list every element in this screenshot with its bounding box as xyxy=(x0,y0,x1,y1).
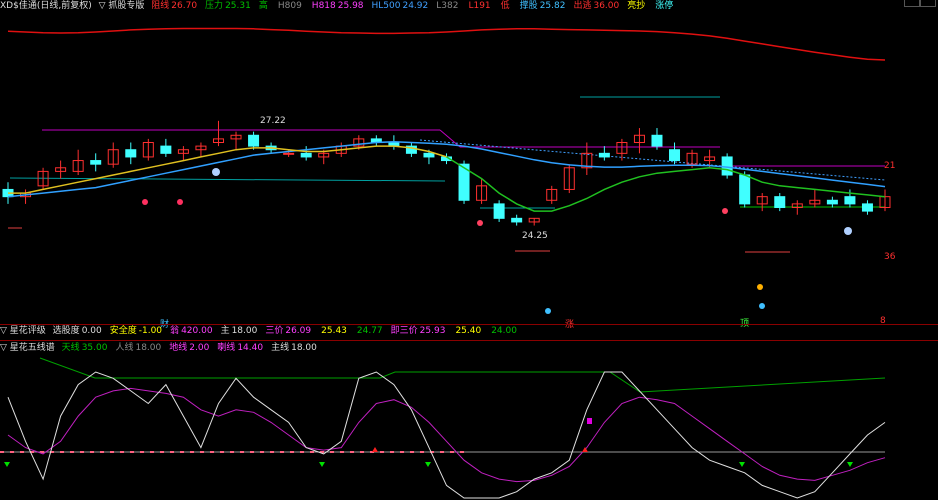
candle-body xyxy=(651,134,663,147)
panel3-item-value: 18.00 xyxy=(291,343,317,353)
panel3-title[interactable]: ▽ 星花五线谱 xyxy=(0,343,55,353)
panel2-title[interactable]: ▽ 星花评级 xyxy=(0,326,46,336)
panel2-item: 选股度 0.00 xyxy=(53,326,106,336)
panel3-item-value: 14.40 xyxy=(237,343,264,353)
butterfly-icon xyxy=(142,199,148,205)
candle-body xyxy=(493,203,505,219)
annot-21: 21 xyxy=(884,161,896,171)
panel2-item-value: 25.93 xyxy=(419,326,446,336)
gem-icon xyxy=(722,208,728,214)
annot-high: 27.22 xyxy=(260,116,286,126)
panel3-item: 人线 18.00 xyxy=(115,343,165,353)
down-arrow-icon xyxy=(739,462,745,467)
panel3-item-label: 人线 xyxy=(115,343,134,353)
orb-icon xyxy=(212,168,220,176)
purple-osc-line xyxy=(7,387,886,483)
candle-body xyxy=(721,156,733,176)
candle-body xyxy=(861,203,873,212)
candle-body xyxy=(300,152,312,158)
butterfly-icon xyxy=(545,308,551,314)
butterfly-icon xyxy=(757,284,763,290)
panel3-item: 天线 35.00 xyxy=(62,343,112,353)
candle-body xyxy=(774,196,786,209)
up-arrow-icon xyxy=(372,447,378,452)
panel3-item: 喇线 14.40 xyxy=(217,343,267,353)
panel2-item-label: 主 xyxy=(220,326,230,336)
butterfly-icon xyxy=(177,199,183,205)
panel2-item-value: 24.77 xyxy=(356,326,383,336)
panel3-item-label: 喇线 xyxy=(217,343,236,353)
panel2-item-value: 25.43 xyxy=(321,326,347,336)
panel2-item-label: 三价 xyxy=(265,326,284,336)
panel-separator-2[interactable] xyxy=(0,340,938,341)
bar-marker xyxy=(587,418,592,424)
candle-body xyxy=(160,145,172,154)
panel3-item-value: 2.00 xyxy=(189,343,210,353)
panel3-item-label: 主线 xyxy=(271,343,290,353)
oscillator xyxy=(0,357,886,499)
ma-short-line xyxy=(8,145,447,194)
down-arrow-icon xyxy=(425,462,431,467)
candle-body xyxy=(826,199,838,205)
level-line-teal xyxy=(9,177,446,182)
candle-body xyxy=(598,152,610,158)
panel3-item: 地线 2.00 xyxy=(169,343,213,353)
gem-icon xyxy=(477,220,483,226)
down-arrow-icon xyxy=(847,462,853,467)
annot-low: 24.25 xyxy=(522,231,548,241)
marker-ding: 顶 xyxy=(740,319,750,329)
annot-36: 36 xyxy=(884,252,896,262)
panel2-item-value: 25.40 xyxy=(455,326,482,336)
panel3-item: 主线 18.00 xyxy=(271,343,321,353)
panel2-item: 安全度 -1.00 xyxy=(110,326,166,336)
panel2-item-value: 18.00 xyxy=(231,326,258,336)
panel3-item-value: 35.00 xyxy=(81,343,108,353)
panel2-item: 主 18.00 xyxy=(221,326,262,336)
panel3-item-label: 地线 xyxy=(169,343,188,353)
down-arrow-icon xyxy=(319,462,325,467)
panel2-item-value: 420.00 xyxy=(181,326,213,336)
down-arrow-icon xyxy=(4,462,10,467)
panel2-item-label: 安全度 xyxy=(109,326,137,336)
panel2-item: 即三价 25.93 xyxy=(391,326,450,336)
panel3-item-label: 天线 xyxy=(61,343,80,353)
orb-icon xyxy=(844,227,852,235)
panel2-item: 25.43 xyxy=(319,326,351,336)
candle-body xyxy=(248,134,260,147)
candlesticks xyxy=(2,120,891,226)
candle-body xyxy=(283,152,295,155)
butterfly-icon xyxy=(759,303,765,309)
panel2-item-value: 26.09 xyxy=(285,326,312,336)
candle-body xyxy=(423,152,435,158)
panel2-item: 24.00 xyxy=(489,326,521,336)
candle-body xyxy=(511,217,523,223)
candle-body xyxy=(739,174,751,205)
moving-averages xyxy=(7,141,886,212)
resistance-line xyxy=(7,27,886,61)
resistance-curve xyxy=(7,27,886,61)
panel3-item-value: 18.00 xyxy=(135,343,162,353)
candle-body xyxy=(669,149,681,162)
panel2-item: 翁 420.00 xyxy=(170,326,217,336)
panel2-item: 24.77 xyxy=(355,326,387,336)
panel2-header: ▽ 星花评级 选股度 0.00 安全度 -1.00 翁 420.00 主 18.00 三价 26.… xyxy=(0,325,525,338)
panel2-item-value: -1.00 xyxy=(138,326,163,336)
panel3-header: ▽ 星花五线谱 天线 35.00 人线 18.00 地线 2.00 喇线 14.40 主线 18.… xyxy=(0,342,325,355)
chart-canvas[interactable] xyxy=(0,0,938,500)
panel2-item: 三价 26.09 xyxy=(265,326,315,336)
candle-body xyxy=(844,196,856,205)
panel2-item-label: 翁 xyxy=(170,326,180,336)
panel2-item-value: 0.00 xyxy=(81,326,102,336)
candle-body xyxy=(125,149,137,158)
white-osc-line xyxy=(7,371,886,499)
level-lines xyxy=(8,96,886,253)
candle-body xyxy=(90,160,102,165)
panel2-item-label: 即三价 xyxy=(390,326,418,336)
panel2-item-value: 24.00 xyxy=(491,326,517,336)
panel2-item: 25.40 xyxy=(453,326,485,336)
panel2-item-label: 选股度 xyxy=(52,326,80,336)
